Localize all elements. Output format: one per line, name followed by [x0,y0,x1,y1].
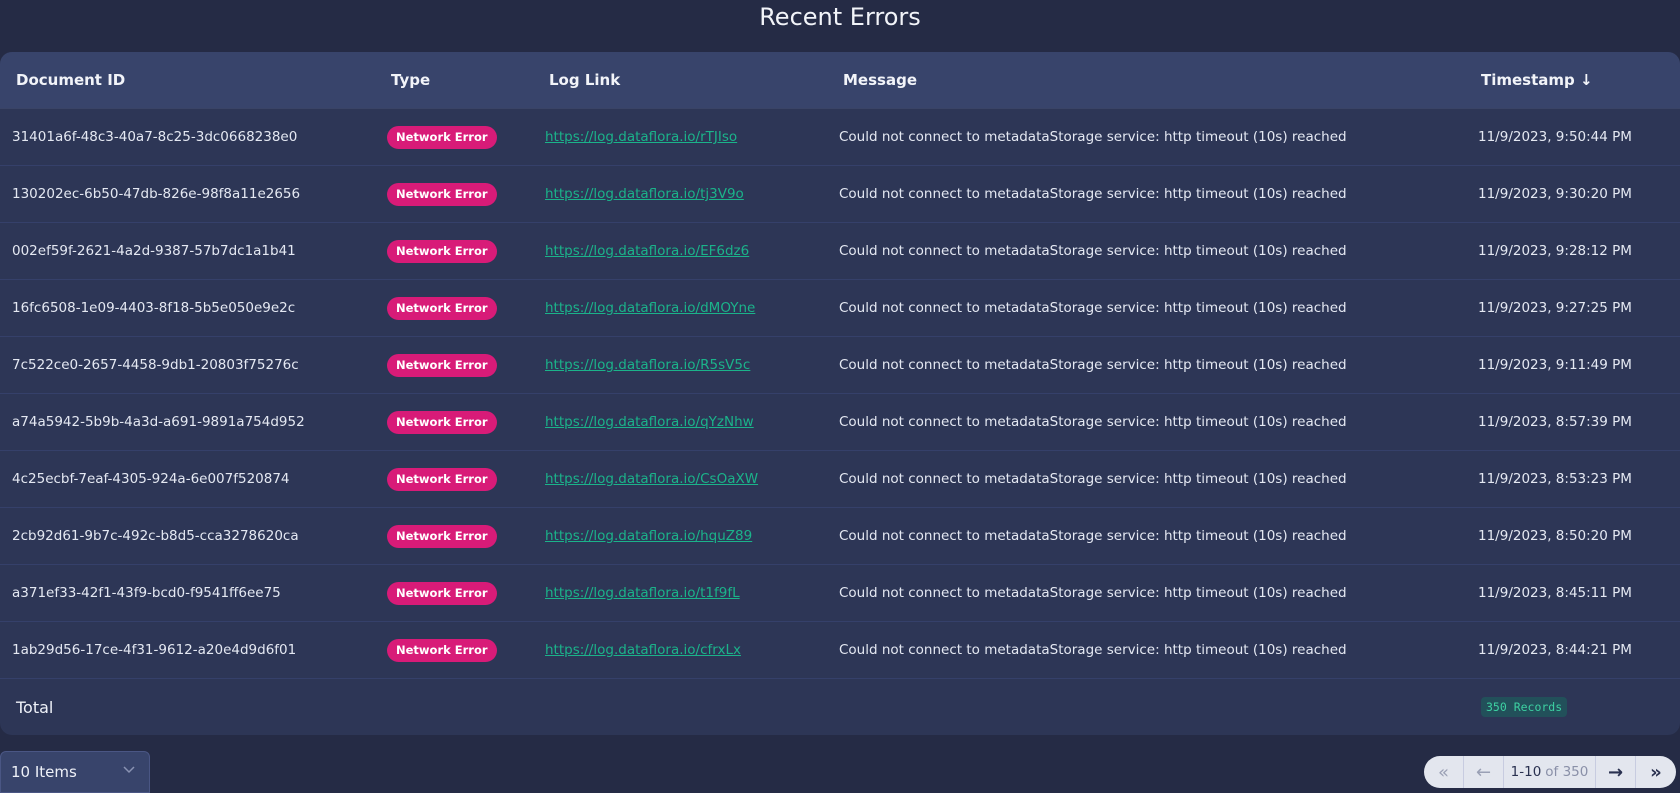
prev-page-button[interactable]: ← [1464,756,1504,788]
error-type-badge: Network Error [387,524,497,548]
log-link[interactable]: https://log.dataflora.io/CsOaXW [545,471,758,487]
error-type-badge: Network Error [387,410,497,434]
errors-table: Document ID Type Log Link Message Timest… [0,52,1680,735]
timestamp-cell: 11/9/2023, 9:11:49 PM [1478,357,1632,373]
log-link[interactable]: https://log.dataflora.io/tj3V9o [545,186,744,202]
document-id-cell: 2cb92d61-9b7c-492c-b8d5-cca3278620ca [12,528,299,544]
message-cell: Could not connect to metadataStorage ser… [839,642,1347,658]
message-cell: Could not connect to metadataStorage ser… [839,357,1347,373]
timestamp-cell: 11/9/2023, 8:44:21 PM [1478,642,1632,658]
timestamp-cell: 11/9/2023, 9:50:44 PM [1478,129,1632,145]
timestamp-cell: 11/9/2023, 9:27:25 PM [1478,300,1632,316]
document-id-cell: a371ef33-42f1-43f9-bcd0-f9541ff6ee75 [12,585,281,601]
column-header-message[interactable]: Message [843,71,917,89]
table-row: a371ef33-42f1-43f9-bcd0-f9541ff6ee75 Net… [0,565,1680,622]
next-page-button[interactable]: → [1596,756,1636,788]
table-header: Document ID Type Log Link Message Timest… [0,52,1680,109]
page-title: Recent Errors [759,3,921,31]
chevron-down-icon [123,763,135,778]
table-footer: Total 350 Records [0,679,1680,735]
timestamp-cell: 11/9/2023, 8:50:20 PM [1478,528,1632,544]
message-cell: Could not connect to metadataStorage ser… [839,585,1347,601]
page-size-select[interactable]: 10 Items [0,751,150,793]
log-link[interactable]: https://log.dataflora.io/cfrxLx [545,642,741,658]
table-row: 16fc6508-1e09-4403-8f18-5b5e050e9e2c Net… [0,280,1680,337]
table-row: 2cb92d61-9b7c-492c-b8d5-cca3278620ca Net… [0,508,1680,565]
column-header-type[interactable]: Type [391,71,430,89]
document-id-cell: 002ef59f-2621-4a2d-9387-57b7dc1a1b41 [12,243,296,259]
document-id-cell: 130202ec-6b50-47db-826e-98f8a11e2656 [12,186,301,202]
message-cell: Could not connect to metadataStorage ser… [839,471,1347,487]
table-body: 31401a6f-48c3-40a7-8c25-3dc0668238e0 Net… [0,109,1680,679]
error-type-badge: Network Error [387,353,497,377]
column-header-timestamp[interactable]: Timestamp ↓ [1481,71,1593,89]
error-type-badge: Network Error [387,638,497,662]
error-type-badge: Network Error [387,296,497,320]
log-link[interactable]: https://log.dataflora.io/dMOYne [545,300,755,316]
arrow-left-icon: ← [1475,761,1492,783]
document-id-cell: 16fc6508-1e09-4403-8f18-5b5e050e9e2c [12,300,296,316]
double-chevron-left-icon: « [1437,761,1449,783]
message-cell: Could not connect to metadataStorage ser… [839,414,1347,430]
error-type-badge: Network Error [387,581,497,605]
timestamp-cell: 11/9/2023, 9:28:12 PM [1478,243,1632,259]
document-id-cell: 1ab29d56-17ce-4f31-9612-a20e4d9d6f01 [12,642,297,658]
log-link[interactable]: https://log.dataflora.io/t1f9fL [545,585,740,601]
log-link[interactable]: https://log.dataflora.io/EF6dz6 [545,243,749,259]
log-link[interactable]: https://log.dataflora.io/hquZ89 [545,528,752,544]
arrow-right-icon: → [1607,761,1624,783]
table-row: 7c522ce0-2657-4458-9db1-20803f75276c Net… [0,337,1680,394]
log-link[interactable]: https://log.dataflora.io/rTJIso [545,129,737,145]
timestamp-cell: 11/9/2023, 8:45:11 PM [1478,585,1632,601]
table-row: 4c25ecbf-7eaf-4305-924a-6e007f520874 Net… [0,451,1680,508]
message-cell: Could not connect to metadataStorage ser… [839,528,1347,544]
page-size-value: 10 Items [11,763,77,781]
log-link[interactable]: https://log.dataflora.io/R5sV5c [545,357,750,373]
last-page-button[interactable]: » [1636,756,1676,788]
message-cell: Could not connect to metadataStorage ser… [839,186,1347,202]
message-cell: Could not connect to metadataStorage ser… [839,243,1347,259]
page-range-info: 1-10 of 350 [1504,756,1596,788]
double-chevron-right-icon: » [1650,761,1662,783]
column-header-document-id[interactable]: Document ID [16,71,125,89]
error-type-badge: Network Error [387,239,497,263]
document-id-cell: 7c522ce0-2657-4458-9db1-20803f75276c [12,357,299,373]
first-page-button[interactable]: « [1424,756,1464,788]
timestamp-cell: 11/9/2023, 9:30:20 PM [1478,186,1632,202]
error-type-badge: Network Error [387,125,497,149]
error-type-badge: Network Error [387,182,497,206]
table-row: 002ef59f-2621-4a2d-9387-57b7dc1a1b41 Net… [0,223,1680,280]
message-cell: Could not connect to metadataStorage ser… [839,129,1347,145]
error-type-badge: Network Error [387,467,497,491]
column-header-log-link[interactable]: Log Link [549,71,620,89]
timestamp-cell: 11/9/2023, 8:57:39 PM [1478,414,1632,430]
table-row: 130202ec-6b50-47db-826e-98f8a11e2656 Net… [0,166,1680,223]
page-total: of 350 [1545,764,1589,780]
pagination: « ← 1-10 of 350 → » [1424,756,1676,788]
table-row: a74a5942-5b9b-4a3d-a691-9891a754d952 Net… [0,394,1680,451]
table-row: 1ab29d56-17ce-4f31-9612-a20e4d9d6f01 Net… [0,622,1680,679]
timestamp-cell: 11/9/2023, 8:53:23 PM [1478,471,1632,487]
document-id-cell: a74a5942-5b9b-4a3d-a691-9891a754d952 [12,414,305,430]
message-cell: Could not connect to metadataStorage ser… [839,300,1347,316]
page-range: 1-10 [1510,764,1542,780]
table-row: 31401a6f-48c3-40a7-8c25-3dc0668238e0 Net… [0,109,1680,166]
document-id-cell: 4c25ecbf-7eaf-4305-924a-6e007f520874 [12,471,290,487]
total-label: Total [16,697,54,717]
records-count-badge: 350 Records [1481,697,1568,717]
log-link[interactable]: https://log.dataflora.io/qYzNhw [545,414,754,430]
document-id-cell: 31401a6f-48c3-40a7-8c25-3dc0668238e0 [12,129,298,145]
